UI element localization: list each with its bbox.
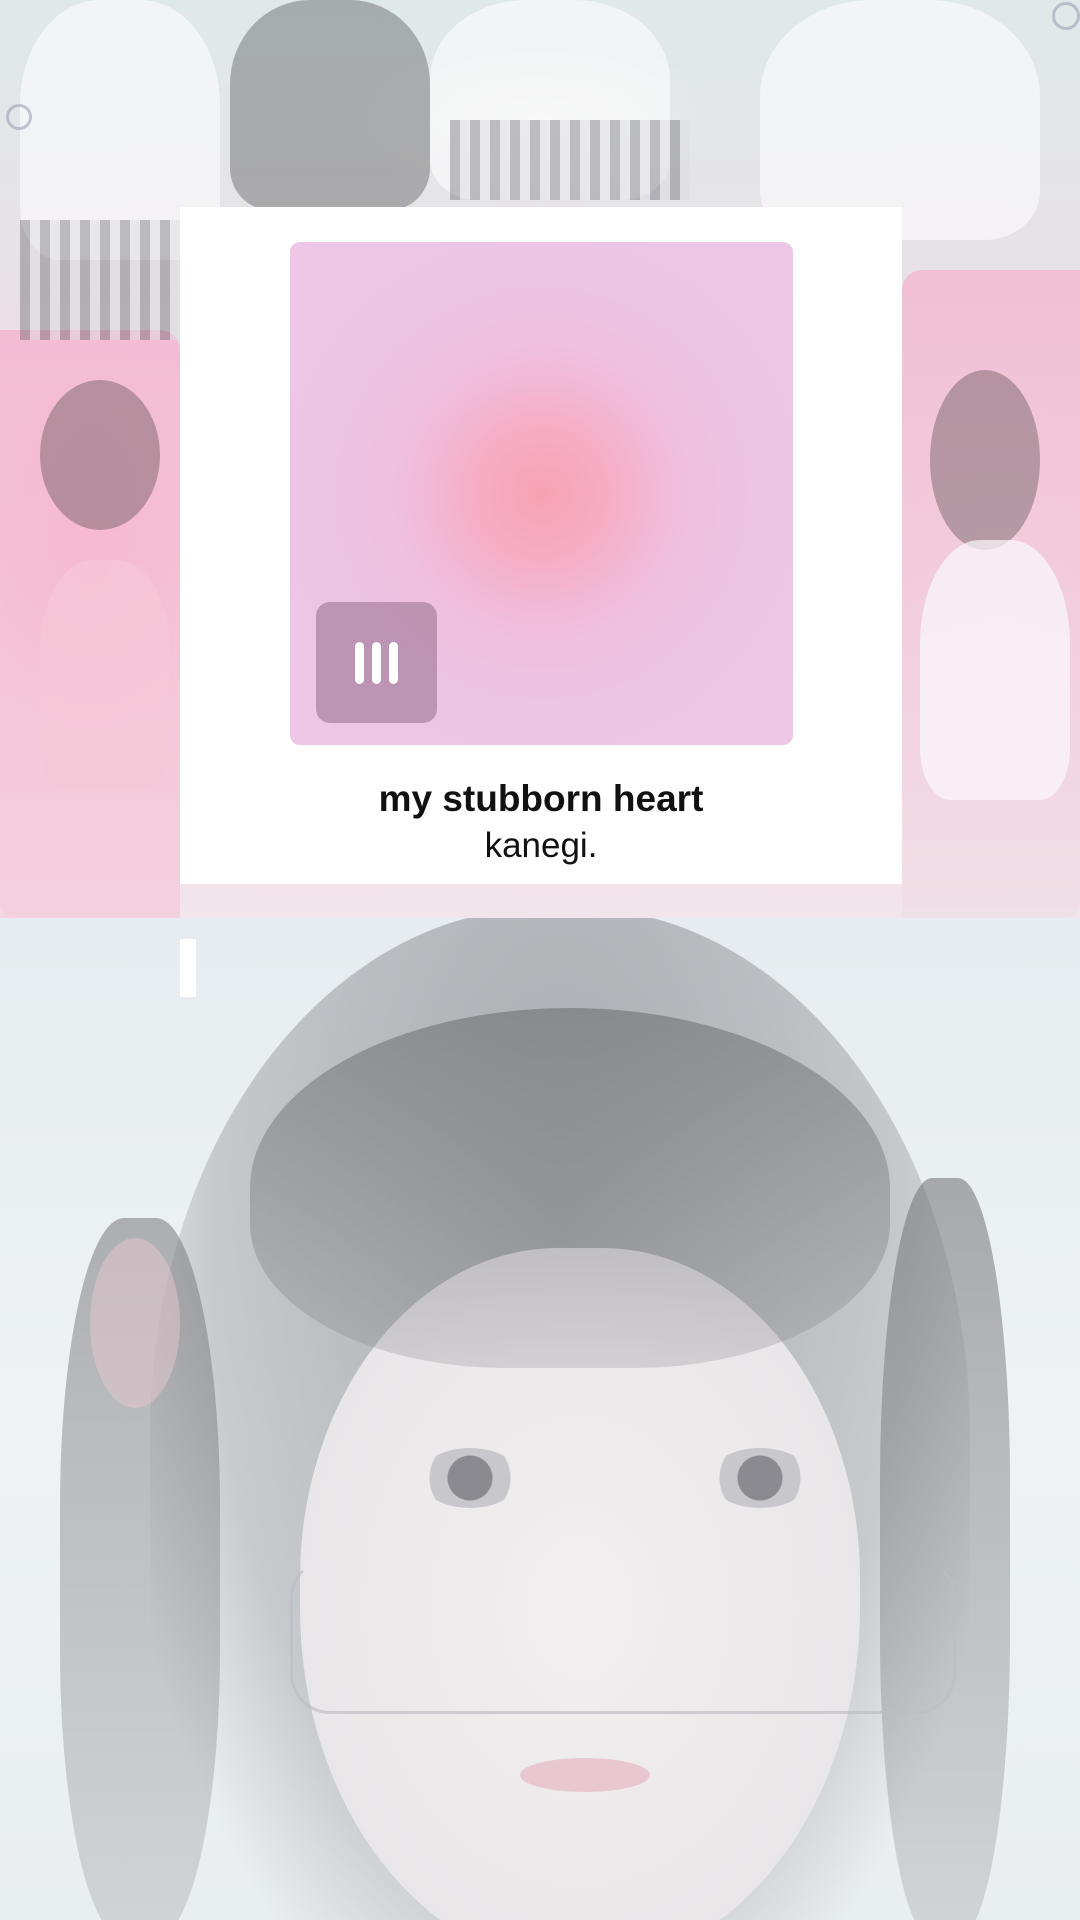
portrait-glasses	[290, 1558, 956, 1714]
decor-circle-icon	[6, 104, 32, 130]
artist-name: kanegi.	[484, 826, 598, 865]
now-playing-button[interactable]	[316, 602, 437, 723]
person-figure	[760, 0, 1040, 240]
portrait-eye-left	[420, 1448, 520, 1508]
person-figure	[230, 0, 430, 210]
portrait-lips	[520, 1758, 650, 1792]
person-figure	[920, 540, 1070, 800]
song-title: my stubborn heart	[378, 778, 704, 819]
text-cursor	[180, 939, 196, 997]
person-figure	[40, 560, 170, 790]
album-art	[290, 242, 793, 745]
portrait-bangs	[250, 1008, 890, 1368]
portrait-eye-right	[710, 1448, 810, 1508]
story-screen: my stubborn heart kanegi.	[0, 0, 1080, 1920]
music-sticker-card[interactable]: my stubborn heart kanegi.	[180, 207, 902, 884]
person-hair	[930, 370, 1040, 550]
background-photo-bottom	[0, 918, 1080, 1920]
equalizer-bar	[372, 641, 381, 684]
decor-circle-icon	[1052, 2, 1080, 30]
equalizer-bar	[355, 641, 364, 684]
portrait-hair-right	[880, 1178, 1010, 1920]
plaid-skirt	[450, 120, 690, 200]
person-hair	[40, 380, 160, 530]
equalizer-bar	[389, 641, 398, 684]
portrait-ear	[90, 1238, 180, 1408]
